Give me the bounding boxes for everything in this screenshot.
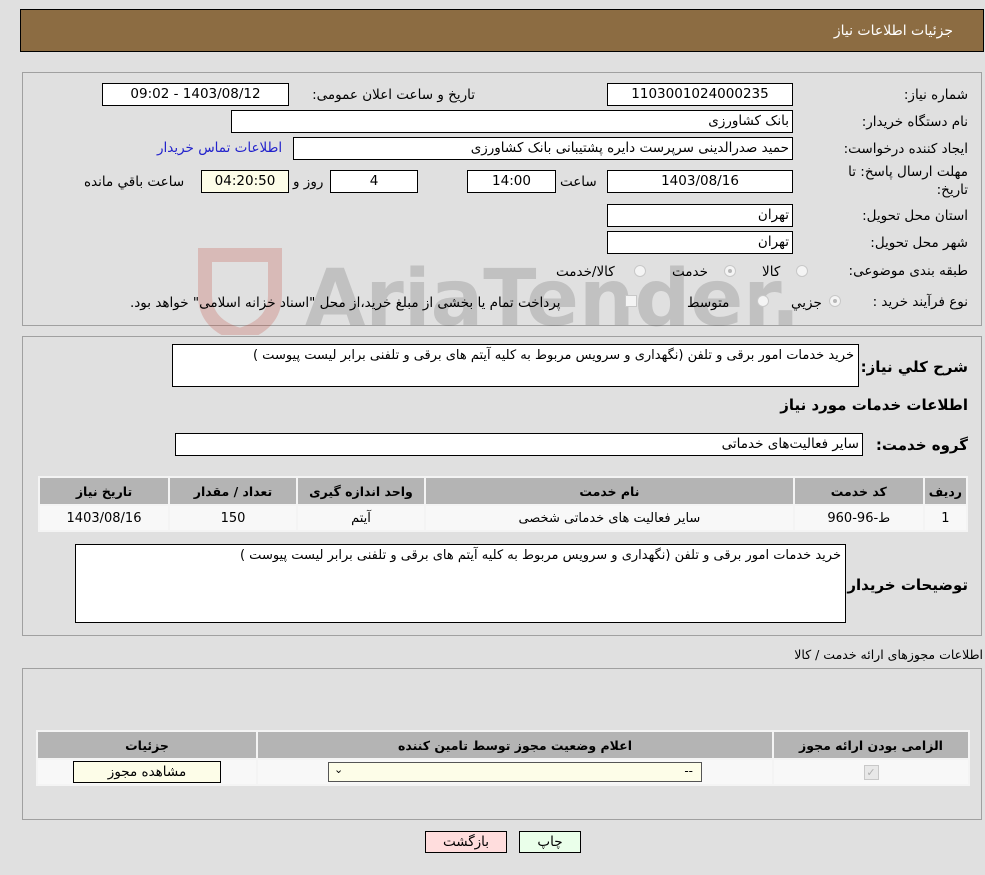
cell-quantity: 150: [170, 506, 296, 530]
print-button[interactable]: چاپ: [519, 831, 581, 853]
cell-unit: آیتم: [298, 506, 424, 530]
services-table: ردیف کد خدمت نام خدمت واحد اندازه گیری ت…: [38, 476, 968, 532]
deadline-time-label: ساعت: [560, 174, 597, 190]
treasury-checkbox[interactable]: [625, 295, 637, 307]
permit-status-select[interactable]: -- ⌄: [328, 762, 702, 782]
city-field: تهران: [607, 231, 793, 254]
view-permit-button[interactable]: مشاهده مجوز: [73, 761, 221, 783]
process-label: نوع فرآیند خرید :: [872, 294, 968, 310]
summary-textarea[interactable]: خرید خدمات امور برقی و تلفن (نگهداری و س…: [172, 344, 859, 387]
back-button[interactable]: بازگشت: [425, 831, 507, 853]
page-header: جزئیات اطلاعات نیاز: [20, 9, 984, 52]
services-section-title: اطلاعات خدمات مورد نیاز: [780, 396, 968, 414]
col-service-code: کد خدمت: [794, 478, 923, 504]
deadline-time-field: 14:00: [467, 170, 556, 193]
buyer-notes-textarea[interactable]: خرید خدمات امور برقی و تلفن (نگهداری و س…: [75, 544, 846, 623]
col-unit: واحد اندازه گیری: [298, 478, 424, 504]
announce-datetime-field: 1403/08/12 - 09:02: [102, 83, 289, 106]
cell-permit-status: -- ⌄: [258, 760, 772, 784]
service-group-field: سایر فعالیت‌های خدماتی: [175, 433, 863, 456]
col-service-name: نام خدمت: [426, 478, 793, 504]
city-label: شهر محل تحویل:: [870, 235, 968, 251]
page-title: جزئیات اطلاعات نیاز: [833, 23, 953, 39]
cell-permit-required: ✓: [774, 760, 968, 784]
cell-service-code: ط-96-960: [794, 506, 923, 530]
process-medium-radio[interactable]: [757, 295, 769, 307]
col-permit-required: الزامی بودن ارائه مجوز: [774, 732, 968, 758]
deadline-label-2: تاریخ:: [936, 182, 968, 198]
cell-service-name: سایر فعالیت های خدماتی شخصی: [426, 506, 793, 530]
table-row: 1 ط-96-960 سایر فعالیت های خدماتی شخصی آ…: [40, 506, 966, 530]
days-label: روز و: [293, 174, 324, 190]
category-goods-service-label: کالا/خدمت: [556, 264, 615, 280]
permits-table: الزامی بودن ارائه مجوز اعلام وضعیت مجوز …: [36, 730, 970, 786]
category-goods-radio[interactable]: [796, 265, 808, 277]
province-field: تهران: [607, 204, 793, 227]
category-goods-service-radio[interactable]: [634, 265, 646, 277]
category-service-radio[interactable]: [724, 265, 736, 277]
col-permit-status: اعلام وضعیت مجوز توسط تامین کننده: [258, 732, 772, 758]
process-medium-label: متوسط: [687, 295, 730, 311]
buyer-notes-label: توضیحات خریدار:: [841, 576, 968, 594]
permit-status-selected: --: [684, 764, 693, 778]
cell-permit-details: مشاهده مجوز: [38, 760, 256, 784]
table-row: ✓ -- ⌄ مشاهده مجوز: [38, 760, 968, 784]
service-group-label: گروه خدمت:: [875, 436, 968, 454]
requester-field: حمید صدرالدینی سرپرست دایره پشتیبانی بان…: [293, 137, 793, 160]
requester-label: ایجاد کننده درخواست:: [843, 141, 968, 157]
col-need-date: تاریخ نیاز: [40, 478, 168, 504]
buyer-org-field: بانک کشاورزی: [231, 110, 793, 133]
permit-required-checkbox[interactable]: ✓: [863, 764, 879, 780]
remaining-time-label: ساعت باقي مانده: [84, 174, 185, 190]
category-service-label: خدمت: [672, 264, 708, 280]
process-minor-radio[interactable]: [829, 295, 841, 307]
cell-row-number: 1: [924, 506, 966, 530]
cell-need-date: 1403/08/16: [40, 506, 168, 530]
province-label: استان محل تحویل:: [862, 208, 968, 224]
deadline-label: مهلت ارسال پاسخ: تا: [848, 164, 968, 180]
services-table-header: ردیف کد خدمت نام خدمت واحد اندازه گیری ت…: [40, 478, 966, 504]
col-row-number: ردیف: [924, 478, 966, 504]
col-quantity: تعداد / مقدار: [170, 478, 296, 504]
deadline-date-field: 1403/08/16: [607, 170, 793, 193]
permits-section-title: اطلاعات مجوزهای ارائه خدمت / کالا: [794, 647, 983, 662]
process-minor-label: جزيي: [791, 295, 822, 311]
services-table-wrap: ردیف کد خدمت نام خدمت واحد اندازه گیری ت…: [38, 476, 968, 532]
need-number-field: 1103001024000235: [607, 83, 793, 106]
buyer-contact-link[interactable]: اطلاعات تماس خریدار: [157, 140, 282, 156]
announce-datetime-label: تاریخ و ساعت اعلان عمومی:: [312, 87, 475, 103]
permits-table-header: الزامی بودن ارائه مجوز اعلام وضعیت مجوز …: [38, 732, 968, 758]
buyer-org-label: نام دستگاه خریدار:: [861, 114, 968, 130]
remaining-days-field: 4: [330, 170, 418, 193]
summary-label: شرح كلي نياز:: [860, 358, 968, 376]
remaining-time-field: 04:20:50: [201, 170, 289, 193]
permits-table-wrap: الزامی بودن ارائه مجوز اعلام وضعیت مجوز …: [36, 730, 970, 786]
category-label: طبقه بندی موضوعی:: [848, 263, 968, 279]
need-number-label: شماره نیاز:: [903, 87, 968, 103]
category-goods-label: کالا: [762, 264, 781, 280]
col-permit-details: جزئیات: [38, 732, 256, 758]
treasury-checkbox-label: پرداخت تمام یا بخشی از مبلغ خرید،از محل …: [130, 295, 561, 311]
chevron-down-icon: ⌄: [334, 763, 344, 776]
